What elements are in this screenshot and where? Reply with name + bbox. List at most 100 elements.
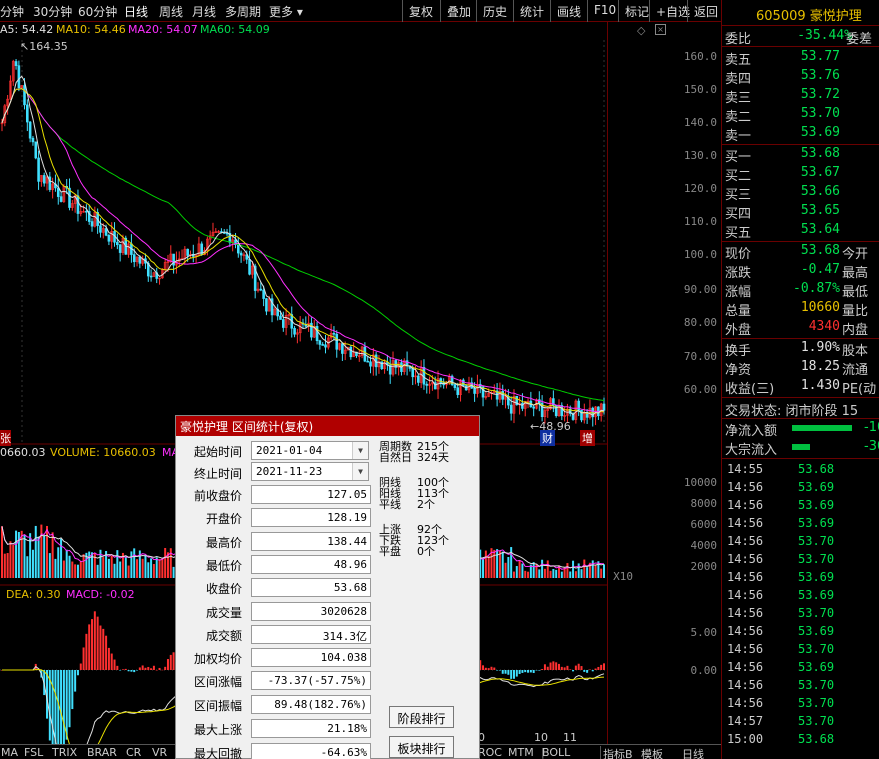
tab-boll[interactable]: BOLL <box>542 746 570 759</box>
chevron-down-icon[interactable]: ▼ <box>352 463 368 480</box>
candle-body <box>282 319 285 328</box>
period-daily[interactable]: 日线 <box>124 3 148 20</box>
candle-body <box>239 252 243 256</box>
macd-bar <box>541 669 544 670</box>
period-more[interactable]: 更多 ▾ <box>269 3 303 20</box>
add-watchlist-button[interactable]: +自选 <box>649 0 690 22</box>
candle-body <box>453 384 457 389</box>
tab-template[interactable]: 模板 <box>641 746 663 759</box>
daily-label[interactable]: 日线 <box>682 746 704 759</box>
macd-bar <box>487 668 490 670</box>
volume-bar <box>510 547 513 578</box>
end-time-select[interactable]: 2021-11-23 ▼ <box>251 462 369 481</box>
stage-rank-button[interactable]: 阶段排行 <box>389 706 454 728</box>
period-30min[interactable]: 30分钟 <box>33 3 72 20</box>
volume-bar <box>116 550 119 578</box>
volume-bar <box>527 571 530 578</box>
finance-badge[interactable]: 财 <box>540 430 555 446</box>
volume-bar <box>91 552 94 578</box>
sector-rank-button[interactable]: 板块排行 <box>389 736 454 758</box>
tick-time: 14:56 <box>727 678 764 692</box>
macd-bar <box>527 670 530 673</box>
wei-value: -35.44% <box>797 28 852 43</box>
history-button[interactable]: 历史 <box>476 0 513 22</box>
macd-bar <box>158 667 161 670</box>
dialog-title[interactable]: 豪悦护理 区间统计(复权) <box>176 416 479 436</box>
macd-bar <box>82 647 85 670</box>
period-monthly[interactable]: 月线 <box>192 3 216 20</box>
tick-price: 53.69 <box>798 624 835 638</box>
period-multi[interactable]: 多周期 <box>225 3 261 20</box>
tick-row: 14:55 53.68 <box>722 461 879 479</box>
period-60min[interactable]: 60分钟 <box>78 3 117 20</box>
macd-bar <box>62 670 65 744</box>
restore-rights-button[interactable]: 复权 <box>402 0 440 22</box>
volume-bar <box>541 559 544 578</box>
stat-val: 0个 <box>417 545 435 558</box>
field-label: 加权均价 <box>193 652 242 666</box>
volume-bar <box>113 563 116 578</box>
field-label: 开盘价 <box>205 512 242 526</box>
macd-bar <box>76 670 79 676</box>
tick-time: 14:56 <box>727 570 764 584</box>
macd-bar <box>574 665 577 670</box>
volume-bar <box>110 555 113 578</box>
volume-bar <box>603 564 605 578</box>
tick-time: 14:56 <box>727 696 764 710</box>
candle-body <box>380 361 384 370</box>
candle-body <box>473 387 476 394</box>
volume-bar <box>107 558 110 578</box>
macd-bar <box>498 670 501 671</box>
macd-bar <box>54 670 57 744</box>
tab-cr[interactable]: CR <box>126 746 141 759</box>
macd-bar <box>141 665 144 670</box>
tab-ma[interactable]: MA <box>1 746 18 759</box>
candle-body <box>532 406 535 409</box>
back-button[interactable]: 返回 <box>687 0 721 22</box>
mark-button[interactable]: 标记 <box>618 0 649 22</box>
tab-mtm[interactable]: MTM <box>508 746 534 759</box>
candle-body <box>56 187 60 197</box>
tick-time: 14:56 <box>727 516 764 530</box>
candle-body <box>602 403 606 411</box>
start-time-select[interactable]: 2021-01-04 ▼ <box>251 441 369 460</box>
tick-price: 53.69 <box>798 516 835 530</box>
candle-body <box>580 409 583 421</box>
increase-badge[interactable]: 增 <box>580 430 595 446</box>
tag-badge[interactable]: 张 <box>0 430 11 446</box>
candle-body <box>236 244 240 254</box>
f10-button[interactable]: F10 <box>587 0 618 22</box>
volume-bar <box>532 562 535 578</box>
chevron-down-icon[interactable]: ▼ <box>352 442 368 459</box>
volume-bar <box>26 556 29 578</box>
stat-extra: 量比 <box>842 304 869 319</box>
macd-bar <box>524 670 527 673</box>
tab-vr[interactable]: VR <box>152 746 167 759</box>
sell-price: 53.69 <box>800 125 840 140</box>
period-1min[interactable]: 分钟 <box>0 3 24 20</box>
period-weekly[interactable]: 周线 <box>159 3 183 20</box>
stock-title: 605009 豪悦护理 <box>722 0 879 26</box>
tab-brar[interactable]: BRAR <box>87 746 117 759</box>
tab-roc[interactable]: ROC <box>478 746 502 759</box>
field-value: 104.038 <box>251 648 371 667</box>
tab-fsl[interactable]: FSL <box>24 746 43 759</box>
volume-bar <box>12 544 15 578</box>
buy-price: 53.66 <box>800 184 840 199</box>
candle-body <box>37 157 40 182</box>
macd-bar <box>577 663 580 670</box>
overlay-button[interactable]: 叠加 <box>440 0 476 22</box>
volume-bar <box>29 533 32 578</box>
candle-body <box>265 298 268 312</box>
end-time-label: 终止时间 <box>193 467 242 481</box>
volume-bar <box>31 549 34 578</box>
macd-bar <box>538 670 541 671</box>
sell-row: 卖四 53.76 <box>722 67 879 87</box>
tab-trix[interactable]: TRIX <box>52 746 77 759</box>
statistics-button[interactable]: 统计 <box>513 0 550 22</box>
tab-indicator-b[interactable]: 指标B <box>600 746 633 759</box>
sell-price: 53.72 <box>800 87 840 102</box>
macd-bar <box>603 663 605 670</box>
block-inflow-label: 大宗流入 <box>725 443 778 458</box>
draw-line-button[interactable]: 画线 <box>550 0 587 22</box>
